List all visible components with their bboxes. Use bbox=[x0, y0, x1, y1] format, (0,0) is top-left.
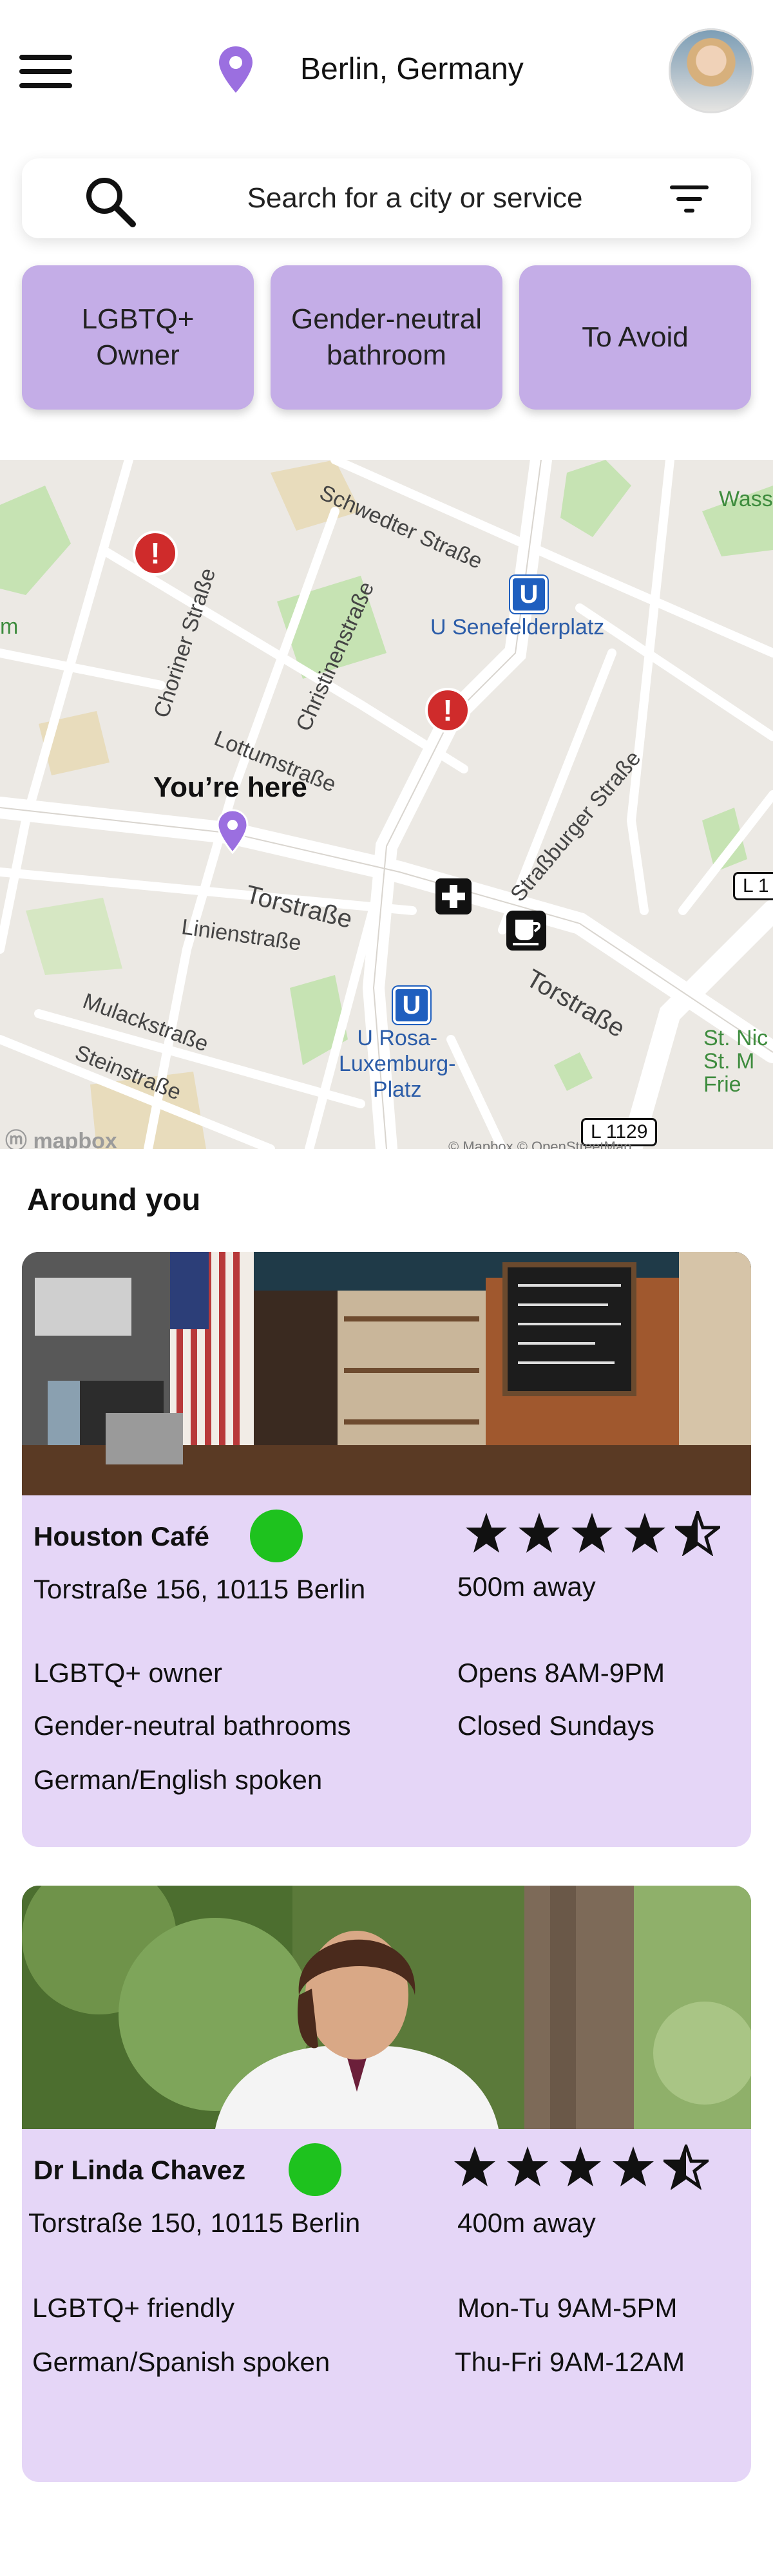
place-hours: Closed Sundays bbox=[457, 1710, 654, 1741]
map-attribution[interactable]: © Mapbox © OpenStreetMap bbox=[448, 1139, 631, 1149]
cafe-marker-icon[interactable] bbox=[506, 911, 546, 951]
place-feature: LGBTQ+ friendly bbox=[32, 2293, 234, 2323]
section-title: Around you bbox=[27, 1183, 201, 1217]
place-distance: 400m away bbox=[457, 2208, 596, 2238]
place-hours: Thu-Fri 9AM-12AM bbox=[455, 2347, 685, 2377]
filter-icon[interactable] bbox=[669, 183, 710, 215]
location-pin-icon bbox=[219, 46, 253, 93]
road-shield: L 1 bbox=[733, 872, 773, 900]
mapbox-logo-text: mapbox bbox=[33, 1129, 117, 1149]
ubahn-station-icon[interactable]: U bbox=[393, 987, 430, 1024]
place-feature: LGBTQ+ owner bbox=[33, 1658, 222, 1688]
place-address: Torstraße 156, 10115 Berlin bbox=[33, 1574, 366, 1604]
filter-chips: LGBTQ+ Owner Gender-neutral bathroom To … bbox=[22, 265, 752, 410]
place-feature: German/Spanish spoken bbox=[32, 2347, 330, 2377]
place-label: m bbox=[0, 614, 19, 639]
search-icon[interactable] bbox=[81, 173, 139, 231]
rating-stars bbox=[466, 1511, 734, 1556]
filter-chip-to-avoid[interactable]: To Avoid bbox=[519, 265, 751, 410]
place-feature: German/English spoken bbox=[33, 1765, 323, 1795]
warning-marker-icon[interactable]: ! bbox=[425, 688, 470, 733]
station-label: U Rosa- Luxemburg- Platz bbox=[339, 1026, 456, 1102]
rating-stars bbox=[454, 2145, 723, 2190]
ubahn-station-icon[interactable]: U bbox=[510, 576, 548, 613]
you-are-here-pin-icon bbox=[216, 809, 249, 854]
place-card-dr-linda-chavez[interactable]: Dr Linda Chavez Torstraße 150, 10115 Ber… bbox=[22, 1886, 751, 2482]
place-name: Houston Café bbox=[33, 1521, 209, 1551]
app-header: Berlin, Germany bbox=[0, 0, 773, 142]
doctor-photo bbox=[22, 1886, 751, 2129]
place-feature: Gender-neutral bathrooms bbox=[33, 1710, 351, 1741]
search-input[interactable] bbox=[215, 178, 615, 219]
place-label: Wass bbox=[719, 487, 773, 511]
place-address: Torstraße 150, 10115 Berlin bbox=[28, 2208, 361, 2238]
place-label: St. Nic St. M Frie bbox=[703, 1026, 768, 1097]
hamburger-menu-icon[interactable] bbox=[19, 55, 75, 91]
warning-marker-icon[interactable]: ! bbox=[133, 531, 178, 576]
current-location[interactable]: Berlin, Germany bbox=[300, 52, 524, 87]
avatar[interactable] bbox=[669, 28, 754, 113]
medical-marker-icon[interactable] bbox=[435, 878, 472, 914]
you-are-here-label: You’re here bbox=[153, 772, 307, 803]
place-name: Dr Linda Chavez bbox=[33, 2155, 246, 2185]
filter-chip-gender-neutral-bathroom[interactable]: Gender-neutral bathroom bbox=[271, 265, 502, 410]
place-distance: 500m away bbox=[457, 1571, 596, 1602]
station-label: U Senefelderplatz bbox=[430, 615, 605, 639]
open-status-indicator bbox=[289, 2143, 341, 2196]
place-hours: Opens 8AM-9PM bbox=[457, 1658, 665, 1688]
search-bar bbox=[22, 158, 751, 238]
cafe-photo bbox=[22, 1252, 751, 1495]
mapbox-logo: ⓜ mapbox bbox=[5, 1123, 117, 1149]
filter-chip-lgbtq-owner[interactable]: LGBTQ+ Owner bbox=[22, 265, 254, 410]
place-card-houston-cafe[interactable]: Houston Café Torstraße 156, 10115 Berlin… bbox=[22, 1252, 751, 1847]
open-status-indicator bbox=[250, 1510, 303, 1562]
map-view[interactable]: Schwedter Straße Choriner Straße Christi… bbox=[0, 460, 773, 1149]
place-hours: Mon-Tu 9AM-5PM bbox=[457, 2293, 678, 2323]
